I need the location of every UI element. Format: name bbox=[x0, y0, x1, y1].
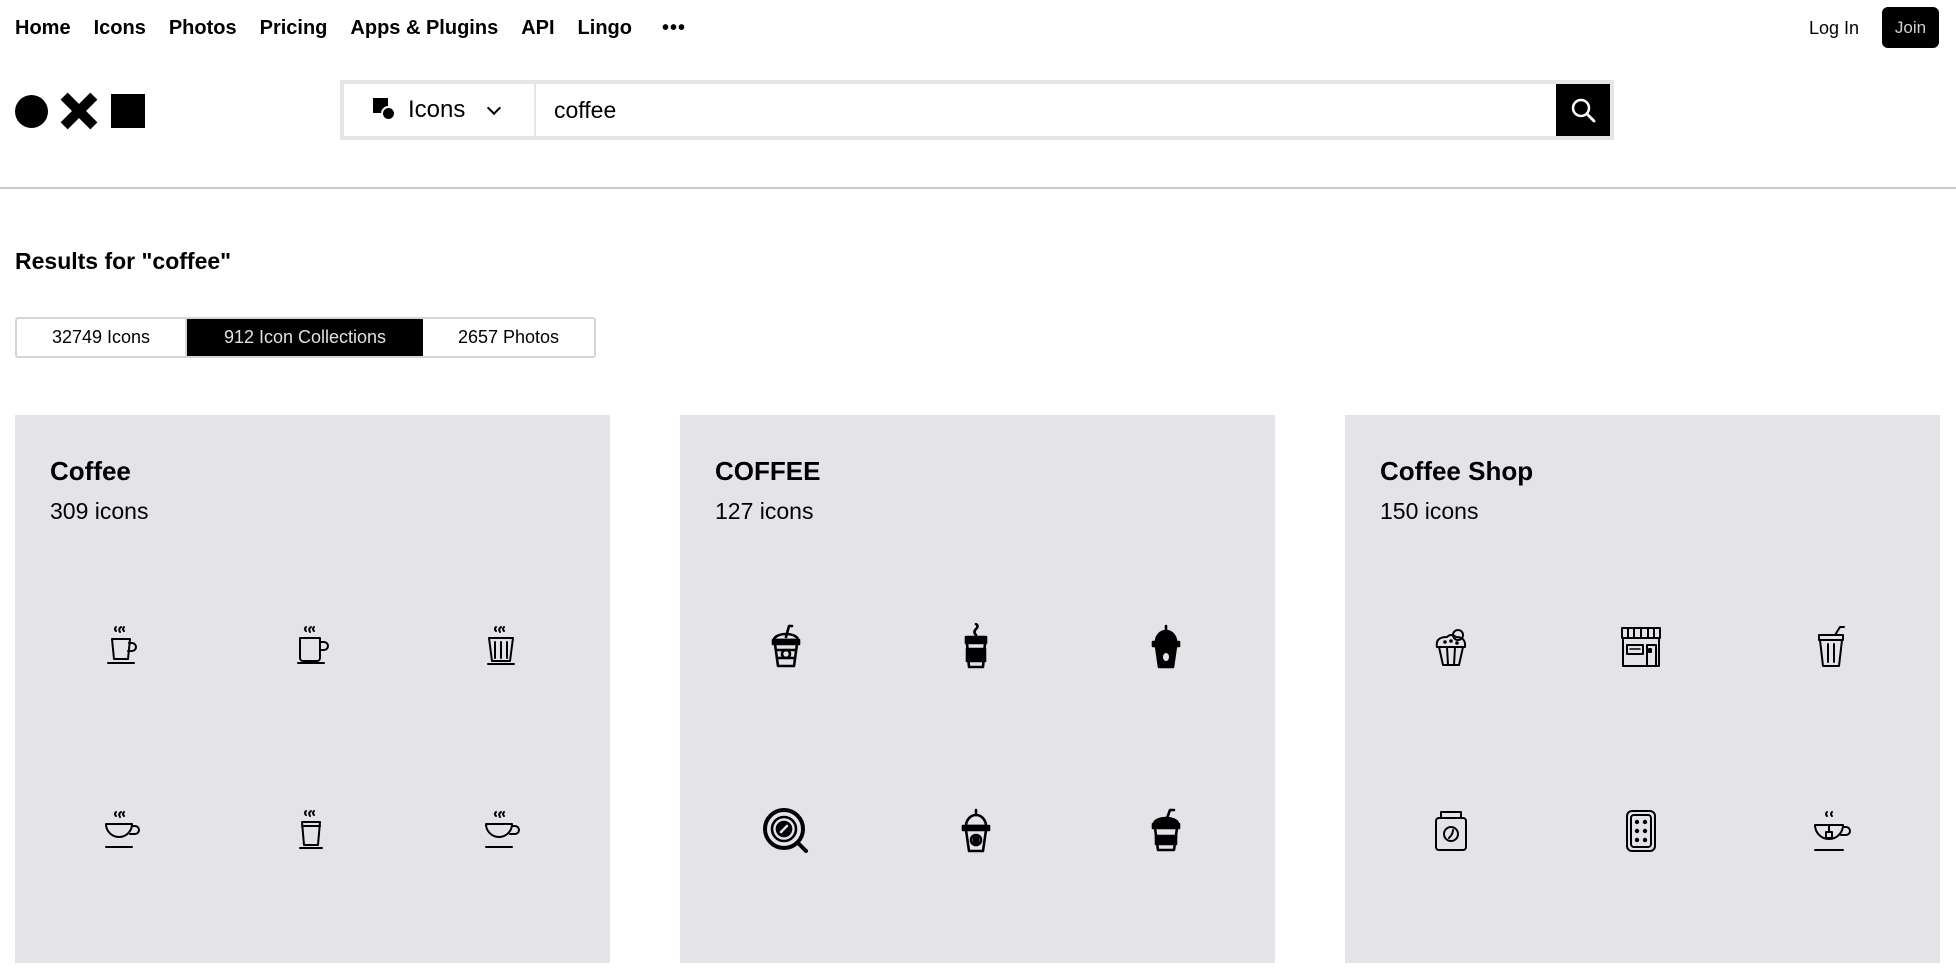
tab-photos[interactable]: 2657 Photos bbox=[423, 319, 594, 356]
dome-lid-cup-icon bbox=[1142, 623, 1190, 671]
steaming-glass-icon bbox=[287, 807, 335, 855]
card-title: Coffee bbox=[50, 456, 131, 486]
card-title: COFFEE bbox=[715, 456, 821, 486]
takeaway-cup-steam-icon bbox=[952, 622, 1000, 671]
icons-scope-icon bbox=[372, 97, 398, 123]
chevron-down-icon bbox=[487, 100, 502, 115]
tea-cup-teabag-icon bbox=[1807, 807, 1855, 855]
header-divider bbox=[0, 187, 1956, 189]
search-icon bbox=[1571, 98, 1596, 123]
login-link[interactable]: Log In bbox=[1809, 16, 1859, 40]
search-bar: Icons bbox=[340, 80, 1614, 140]
steaming-ribbed-cup-icon bbox=[477, 623, 525, 671]
nav-lingo[interactable]: Lingo bbox=[578, 14, 632, 42]
search-input[interactable] bbox=[536, 84, 1556, 136]
tab-icons[interactable]: 32749 Icons bbox=[17, 319, 187, 356]
logo-square-icon bbox=[111, 94, 145, 128]
card-count: 150 icons bbox=[1380, 498, 1479, 524]
card-count: 309 icons bbox=[50, 498, 149, 524]
card-count: 127 icons bbox=[715, 498, 814, 524]
logo-x-icon bbox=[62, 94, 96, 128]
coffee-bean-jar-icon bbox=[1427, 807, 1475, 855]
more-menu-icon[interactable]: ••• bbox=[662, 17, 686, 39]
takeaway-cup-straw-dark-icon bbox=[1142, 807, 1190, 855]
tab-icon-collections[interactable]: 912 Icon Collections bbox=[187, 319, 423, 356]
dome-lid-cup-outline-icon bbox=[952, 807, 1000, 855]
card-title: Coffee Shop bbox=[1380, 456, 1534, 486]
results-tabs: 32749 Icons 912 Icon Collections 2657 Ph… bbox=[15, 317, 596, 358]
nav-apps-plugins[interactable]: Apps & Plugins bbox=[350, 14, 498, 42]
cup-with-lid-icon bbox=[1807, 623, 1855, 671]
collection-card-coffee[interactable]: Coffee 309 icons bbox=[15, 415, 610, 963]
top-nav: Home Icons Photos Pricing Apps & Plugins… bbox=[0, 0, 1956, 56]
nav-photos[interactable]: Photos bbox=[169, 14, 237, 42]
steaming-teacup-icon bbox=[477, 807, 525, 855]
collection-card-coffee-shop[interactable]: Coffee Shop 150 icons bbox=[1345, 415, 1940, 963]
nav-api[interactable]: API bbox=[521, 14, 554, 42]
nav-icons[interactable]: Icons bbox=[94, 14, 146, 42]
logo-circle-icon bbox=[15, 94, 48, 128]
steaming-teacup-icon bbox=[97, 807, 145, 855]
biscuit-icon bbox=[1617, 807, 1665, 855]
join-button[interactable]: Join bbox=[1882, 7, 1939, 48]
nav-home[interactable]: Home bbox=[15, 14, 71, 42]
nav-pricing[interactable]: Pricing bbox=[260, 14, 328, 42]
nav-links: Home Icons Photos Pricing Apps & Plugins… bbox=[15, 14, 686, 42]
search-scope-label: Icons bbox=[408, 96, 466, 123]
collection-card-coffee-caps[interactable]: COFFEE 127 icons bbox=[680, 415, 1275, 963]
logo[interactable] bbox=[15, 94, 145, 128]
coffee-cup-top-view-icon bbox=[762, 807, 810, 855]
search-button[interactable] bbox=[1556, 84, 1610, 136]
coffee-shop-storefront-icon bbox=[1617, 623, 1665, 671]
results-heading: Results for "coffee" bbox=[15, 248, 232, 274]
cupcake-icon bbox=[1427, 623, 1475, 671]
steaming-mug-icon bbox=[287, 623, 335, 671]
steaming-cup-saucer-icon bbox=[97, 623, 145, 671]
search-scope-dropdown[interactable]: Icons bbox=[344, 84, 536, 136]
takeaway-cup-straw-icon bbox=[762, 623, 810, 671]
